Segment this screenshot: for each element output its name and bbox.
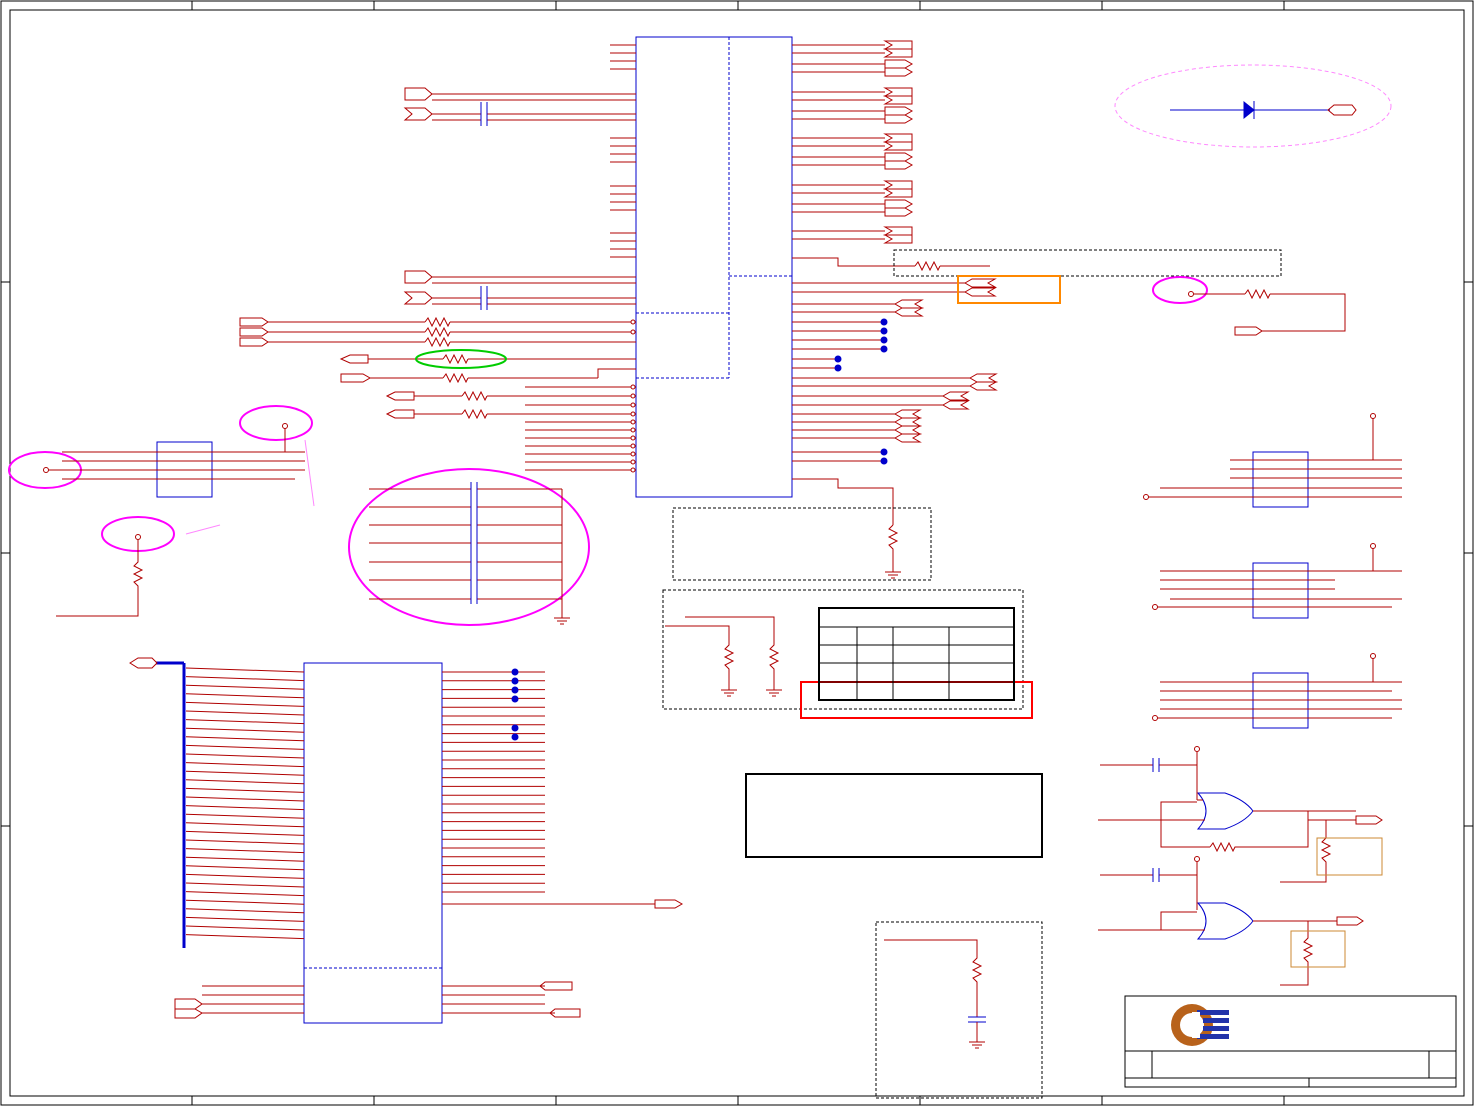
- u2-bus-wire: [185, 916, 305, 922]
- company-logo: [1171, 1004, 1229, 1046]
- u2-bus-wire: [185, 908, 305, 914]
- u2-bus-wire: [185, 839, 305, 845]
- or-gate-circuits: [1098, 746, 1383, 986]
- right-pullup-net: [1188, 288, 1346, 336]
- u1-right-nets: [792, 40, 998, 579]
- u2-bus-wire: [185, 684, 305, 690]
- capacitor-array: [369, 482, 570, 625]
- u2-bus-wire: [185, 667, 305, 673]
- u2-bus-wire: [185, 856, 305, 862]
- strap-resistors: [665, 616, 782, 697]
- highlight-overlays: [8, 64, 1392, 719]
- u2-bus-wire: [185, 925, 305, 931]
- schematic-sheet: [0, 0, 1474, 1106]
- u2-bus-wire: [185, 934, 305, 940]
- u2-bus-wire: [185, 727, 305, 733]
- u2-bus-wire: [185, 865, 305, 871]
- u2-bus-wire: [185, 796, 305, 802]
- u2-bus-wire: [185, 693, 305, 699]
- u1-left-resistor-nets: [239, 316, 636, 471]
- u2-bus-wire: [185, 899, 305, 905]
- u2-bus-wire: [185, 736, 305, 742]
- u2-bus-wire: [185, 873, 305, 879]
- u2-bus-wire: [185, 753, 305, 759]
- u2-bus-wire: [185, 676, 305, 682]
- strap-table: [818, 607, 1015, 701]
- main-ic-u1: [635, 36, 793, 498]
- u2-bus-wire: [185, 822, 305, 828]
- u2-bus-wire: [185, 779, 305, 785]
- note-box: [745, 773, 1043, 858]
- left-resistor-network: [43, 423, 305, 617]
- u2-nc-dots: [511, 668, 519, 741]
- diode-symbol: [1170, 100, 1357, 120]
- u2-bus-wire: [185, 882, 305, 888]
- rc-circuit: [884, 939, 986, 1049]
- u2-bus-wire: [185, 805, 305, 811]
- u2-bus-wire: [185, 701, 305, 707]
- u2-bus-wire: [185, 787, 305, 793]
- sheet-frame: [0, 0, 1474, 1106]
- u1-left-diff-pairs: [403, 87, 636, 310]
- u2-bus-wire: [185, 830, 305, 836]
- u2-bus-wire: [185, 813, 305, 819]
- u2-bus-wire: [185, 719, 305, 725]
- u2-bus-wire: [185, 710, 305, 716]
- u2-bus-wire: [185, 762, 305, 768]
- u2-bus-wire: [185, 891, 305, 897]
- u2-bus-wire: [185, 848, 305, 854]
- u1-left-nc-pins: [610, 44, 636, 258]
- title-block: [1124, 995, 1457, 1088]
- right-resistor-networks: [1143, 413, 1402, 729]
- u1-left-pin-circles: [630, 319, 636, 473]
- u2-bus-wire: [185, 744, 305, 750]
- u2-bus-wire: [185, 770, 305, 776]
- lower-ic-u2: [129, 657, 684, 1024]
